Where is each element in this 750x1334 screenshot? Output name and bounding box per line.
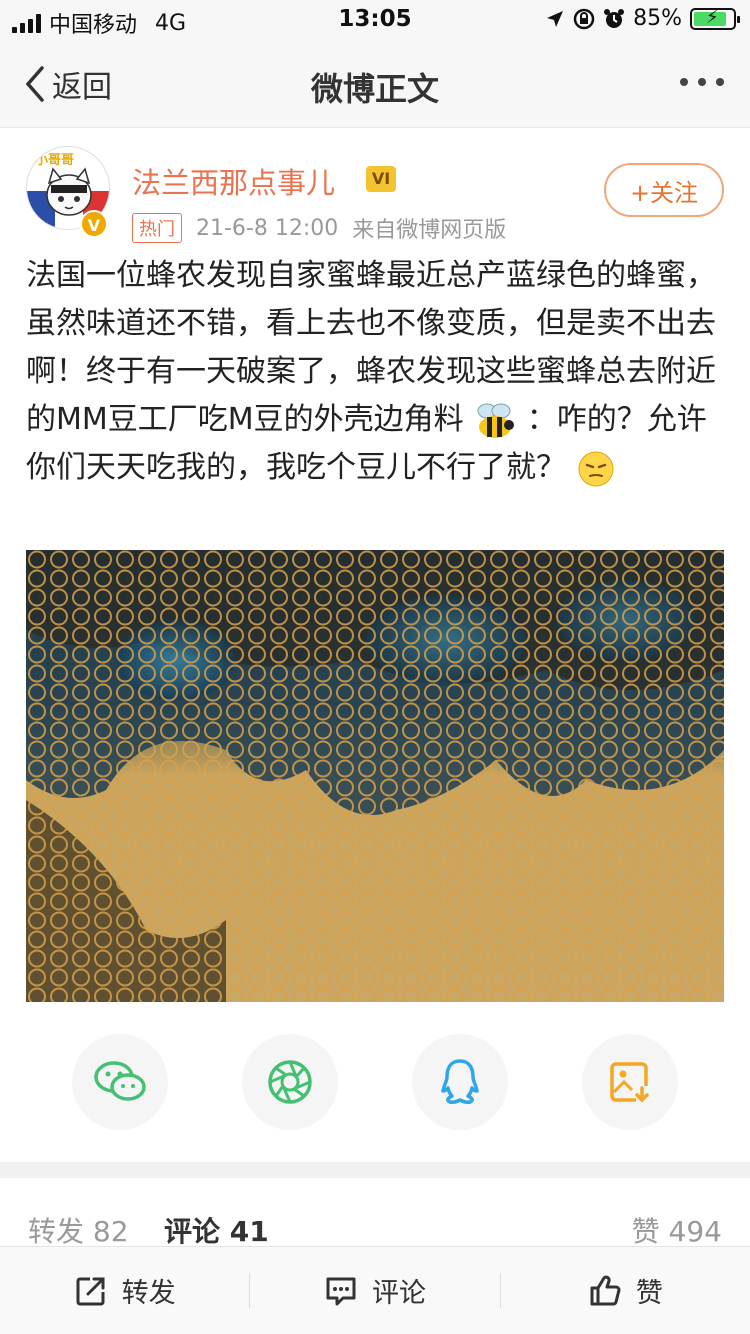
page-title: 微博正文 [310,70,439,108]
battery-percent: 85% [633,6,682,31]
post-time: 21-6-8 12:00 [196,215,339,241]
smirk-emoji-icon [578,451,614,486]
battery-icon: ⚡ [690,7,740,30]
location-icon [547,10,564,27]
share-qq-button[interactable] [412,1034,508,1130]
post-source: 来自微博网页版 [352,218,507,243]
bee-emoji-icon [477,403,515,438]
share-row [0,1034,750,1130]
post-text: 法国一位蜂农发现自家蜜蜂最近总产蓝绿色的蜂蜜，虽然味道还不错，看上去也不像变质，… [26,252,726,492]
like-button[interactable]: 赞 [501,1247,750,1334]
repost-label: 转发 [121,1278,176,1309]
avatar-text: 小哥哥 [35,153,75,168]
stats-row: 转发 82 评论 41 赞 494 [0,1180,750,1248]
like-label: 赞 [635,1278,663,1309]
wechat-icon [94,1061,146,1101]
bottom-toolbar: 转发 评论 赞 [0,1246,750,1334]
hot-tag: 热门 [132,213,182,243]
section-divider [0,1162,750,1178]
comment-button[interactable]: 评论 [250,1247,499,1334]
author-name[interactable]: 法兰西那点事儿 [132,160,335,202]
post-image[interactable] [26,550,724,1002]
comment-count-tab[interactable]: 评论 41 [164,1210,269,1250]
verified-badge: V [80,210,108,238]
moments-icon [268,1060,312,1104]
qq-icon [441,1059,479,1104]
status-bar: 中国移动 4G 13:05 85% ⚡ [0,0,750,40]
post-meta: 热门 21-6-8 12:00 来自微博网页版 [132,212,506,244]
save-image-icon [610,1062,649,1103]
comment-label: 评论 [371,1278,426,1309]
comment-icon [326,1277,356,1305]
share-wechat-button[interactable] [72,1034,168,1130]
more-button[interactable] [680,78,724,86]
rotation-lock-icon [573,8,595,29]
repost-button[interactable]: 转发 [0,1247,249,1334]
like-count-tab[interactable]: 赞 494 [632,1210,722,1250]
share-moments-button[interactable] [242,1034,338,1130]
repost-icon [76,1277,105,1305]
alarm-icon [604,8,625,28]
navigation-bar: 返回 微博正文 [0,40,750,128]
save-image-button[interactable] [582,1034,678,1130]
thumbs-up-icon [590,1275,621,1305]
member-level-icon: VI [366,166,396,192]
follow-button[interactable]: +关注 [604,163,724,217]
repost-count-tab[interactable]: 转发 82 [28,1210,129,1250]
